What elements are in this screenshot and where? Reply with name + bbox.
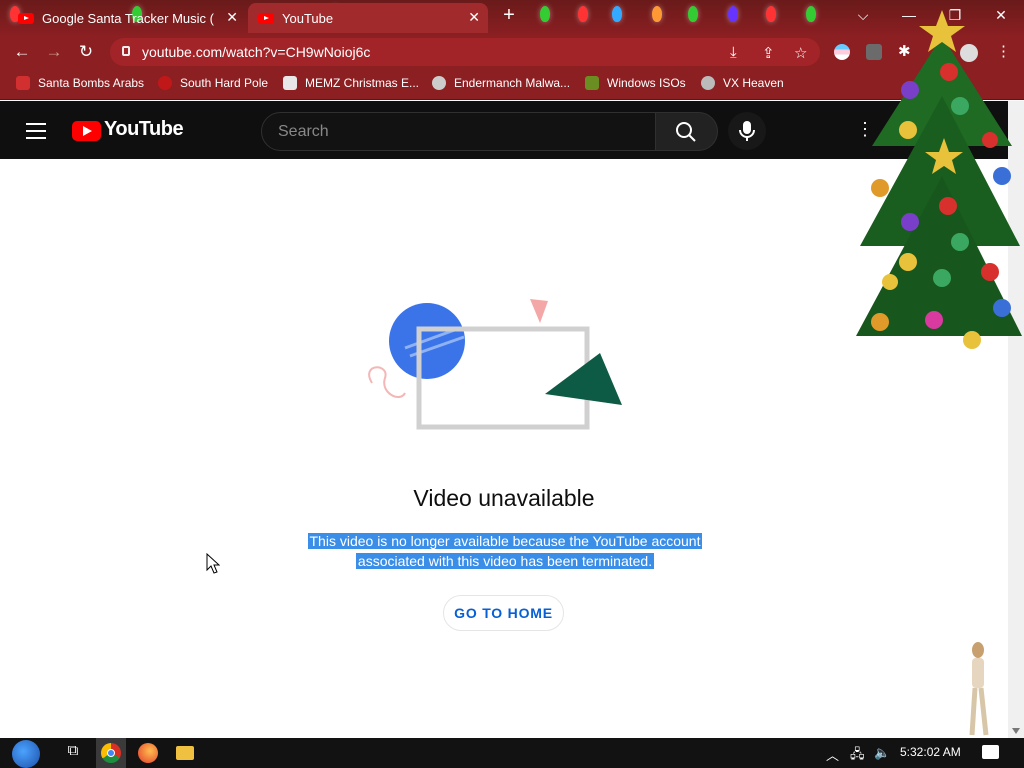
bookmark-favicon-icon <box>432 76 446 90</box>
voice-search-button[interactable] <box>728 112 766 150</box>
url-text[interactable]: youtube.com/watch?v=CH9wNoioj6c <box>142 44 370 60</box>
search-box[interactable] <box>261 112 656 151</box>
task-view-icon[interactable]: ⧉ <box>62 742 84 764</box>
tab-title: YouTube <box>282 10 334 26</box>
tab-youtube[interactable]: YouTube ✕ <box>248 3 488 33</box>
christmas-light <box>540 6 550 22</box>
network-icon[interactable]: 🖧 <box>850 745 872 767</box>
show-hidden-icons-icon[interactable]: ︿ <box>826 745 848 767</box>
christmas-light <box>578 6 588 22</box>
error-message-text: This video is no longer available becaus… <box>307 533 703 569</box>
bookmark-favicon-icon <box>158 76 172 90</box>
desktop-figure-overlay <box>969 642 989 736</box>
search-button[interactable] <box>655 112 718 151</box>
bookmark-memz-christmas[interactable]: MEMZ Christmas E... <box>283 76 419 90</box>
error-title: Video unavailable <box>413 485 595 511</box>
close-tab-icon[interactable]: ✕ <box>226 9 238 26</box>
bookmark-label: Endermanch Malwa... <box>454 76 571 90</box>
file-explorer-icon[interactable] <box>176 746 194 760</box>
christmas-light <box>688 6 698 22</box>
error-message: This video is no longer available becaus… <box>306 531 704 571</box>
youtube-logo-icon[interactable] <box>72 121 101 141</box>
christmas-light <box>612 6 622 22</box>
go-to-home-button[interactable]: GO TO HOME <box>443 595 564 631</box>
extension-flag-icon[interactable] <box>834 44 850 60</box>
christmas-light <box>766 6 776 22</box>
bookmark-label: MEMZ Christmas E... <box>305 76 420 90</box>
close-tab-icon[interactable]: ✕ <box>468 9 480 26</box>
bookmark-windows-isos[interactable]: Windows ISOs <box>585 76 686 90</box>
christmas-light <box>652 6 662 22</box>
new-tab-button[interactable]: + <box>494 0 524 30</box>
bookmark-label: VX Heaven <box>723 76 784 90</box>
reload-icon[interactable]: ↻ <box>76 42 96 62</box>
bookmark-vx-heaven[interactable]: VX Heaven <box>701 76 784 90</box>
christmas-light <box>728 6 738 22</box>
bookmark-favicon-icon <box>701 76 715 90</box>
bookmark-label: South Hard Pole <box>180 76 269 90</box>
back-icon[interactable]: ← <box>12 42 32 62</box>
address-bar[interactable]: youtube.com/watch?v=CH9wNoioj6c ⤓ ⇪ ☆ <box>110 38 820 66</box>
action-center-icon[interactable] <box>982 745 999 759</box>
bookmark-star-icon[interactable]: ☆ <box>794 44 807 62</box>
bookmark-endermanch-malware[interactable]: Endermanch Malwa... <box>432 76 570 90</box>
bookmark-label: Santa Bombs Arabs <box>38 76 145 90</box>
unavailable-illustration <box>368 299 622 430</box>
bookmark-south-hard-pole[interactable]: South Hard Pole <box>158 76 268 90</box>
chrome-taskbar-item[interactable] <box>96 738 126 768</box>
bookmark-favicon-icon <box>16 76 30 90</box>
firefox-icon[interactable] <box>138 743 158 763</box>
share-icon[interactable]: ⇪ <box>762 44 775 62</box>
search-input[interactable] <box>262 113 655 150</box>
youtube-favicon-icon <box>18 12 34 24</box>
bookmark-santa-bombs[interactable]: Santa Bombs Arabs <box>16 76 144 90</box>
hamburger-menu-icon[interactable] <box>26 123 46 139</box>
youtube-favicon-icon <box>258 12 274 24</box>
youtube-logo-text[interactable]: YouTube <box>104 118 184 141</box>
microphone-icon <box>739 121 755 141</box>
lock-icon <box>122 46 130 56</box>
bookmark-label: Windows ISOs <box>607 76 686 90</box>
christmas-light <box>806 6 816 22</box>
forward-icon[interactable]: → <box>44 42 64 62</box>
install-icon[interactable]: ⤓ <box>730 44 737 61</box>
christmas-tree-overlay <box>856 10 1022 349</box>
scroll-down-arrow-icon[interactable] <box>1012 728 1020 734</box>
bookmark-favicon-icon <box>283 76 297 90</box>
tab-title: Google Santa Tracker Music (20 <box>42 10 214 26</box>
volume-icon[interactable]: 🔈 <box>874 745 896 767</box>
windows-taskbar: ⧉ ︿ 🖧 🔈 5:32:02 AM <box>0 738 1024 768</box>
tab-santa-tracker[interactable]: Google Santa Tracker Music (20 ✕ <box>8 3 246 33</box>
start-button-icon[interactable] <box>12 740 40 768</box>
bookmark-favicon-icon <box>585 76 599 90</box>
search-icon <box>676 122 696 142</box>
mouse-cursor-icon <box>206 553 220 574</box>
taskbar-clock[interactable]: 5:32:02 AM <box>900 745 961 759</box>
